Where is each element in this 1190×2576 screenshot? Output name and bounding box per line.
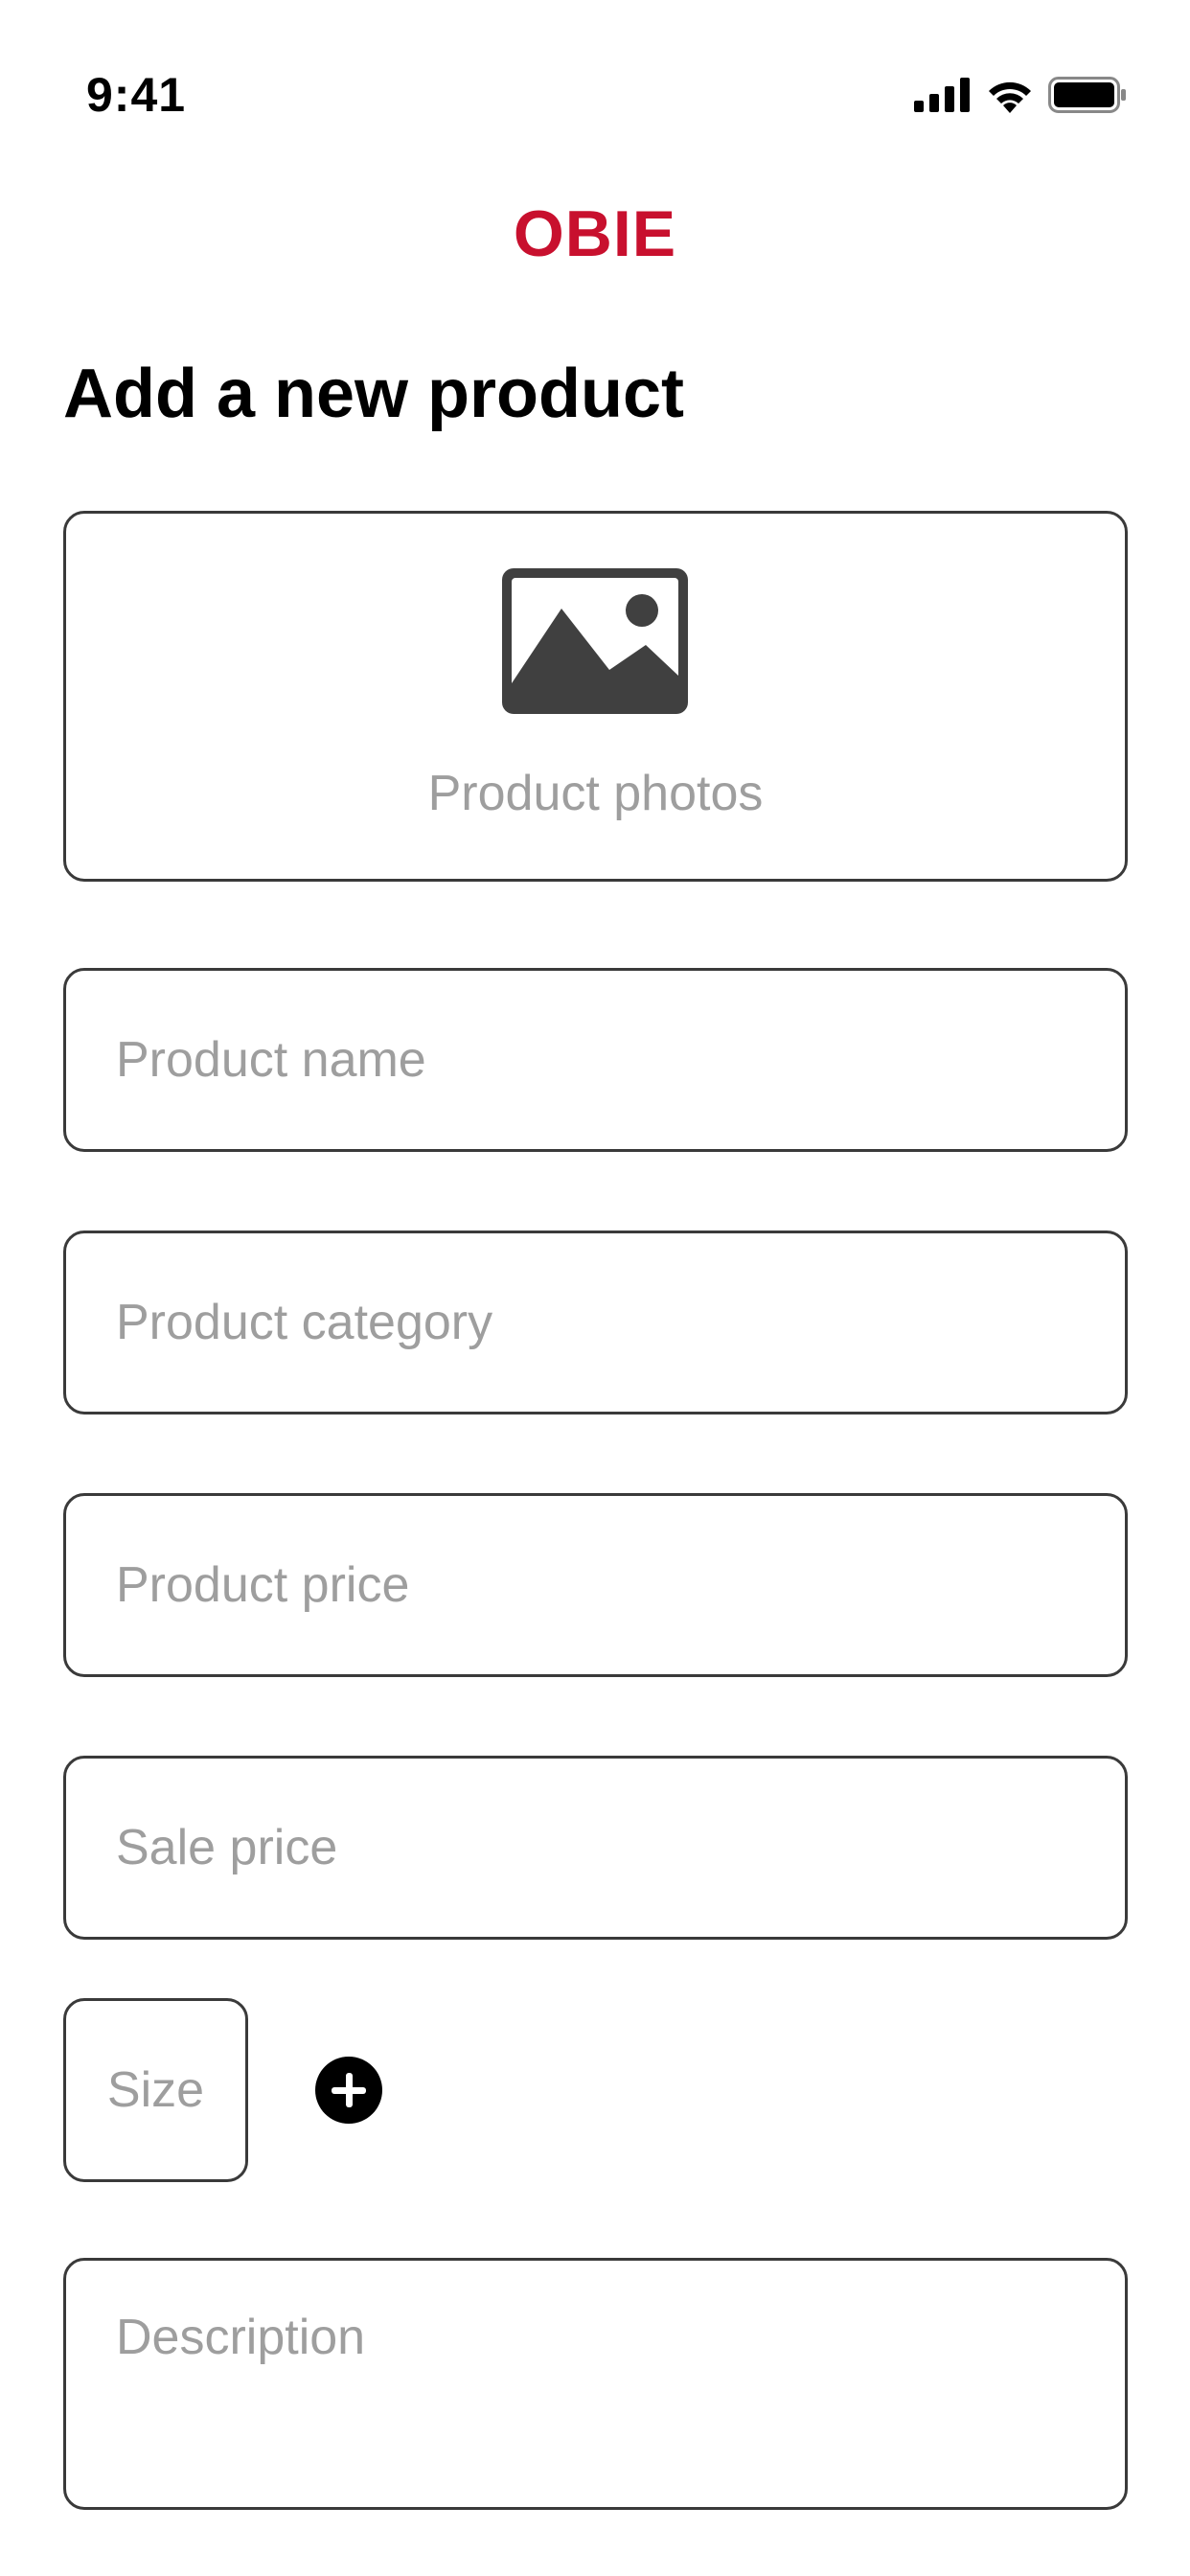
sale-price-field[interactable] bbox=[63, 1756, 1128, 1940]
product-photos-upload[interactable]: Product photos bbox=[63, 511, 1128, 882]
sale-price-input[interactable] bbox=[116, 1759, 1098, 1937]
page-title: Add a new product bbox=[63, 356, 684, 432]
description-input[interactable] bbox=[116, 2307, 1098, 2489]
description-field[interactable] bbox=[63, 2258, 1128, 2510]
product-name-field[interactable] bbox=[63, 968, 1128, 1152]
product-price-input[interactable] bbox=[116, 1496, 1098, 1674]
battery-icon bbox=[1048, 77, 1126, 113]
status-time: 9:41 bbox=[86, 68, 187, 122]
brand-logo: OBIE bbox=[513, 197, 677, 270]
product-category-field[interactable] bbox=[63, 1230, 1128, 1414]
product-photos-label: Product photos bbox=[427, 766, 764, 821]
product-name-input[interactable] bbox=[116, 971, 1098, 1149]
plus-icon-vertical bbox=[346, 2073, 353, 2107]
size-field[interactable] bbox=[63, 1998, 248, 2182]
image-icon bbox=[502, 568, 688, 714]
wifi-icon bbox=[989, 81, 1031, 113]
product-price-field[interactable] bbox=[63, 1493, 1128, 1677]
size-input[interactable] bbox=[66, 2001, 245, 2179]
product-category-input[interactable] bbox=[116, 1233, 1098, 1412]
status-icons bbox=[914, 77, 1127, 113]
add-size-button[interactable] bbox=[315, 2057, 382, 2124]
cellular-signal-icon bbox=[914, 78, 970, 112]
status-bar: 9:41 bbox=[0, 0, 1190, 144]
